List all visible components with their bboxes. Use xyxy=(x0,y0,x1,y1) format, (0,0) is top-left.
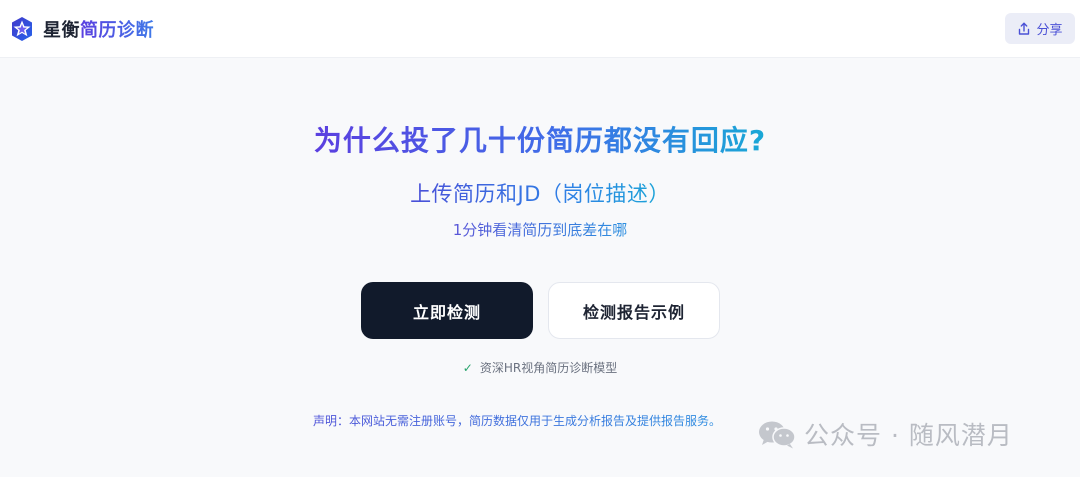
page-title: 为什么投了几十份简历都没有回应? xyxy=(0,119,1080,159)
model-note-text: 资深HR视角简历诊断模型 xyxy=(479,361,618,375)
brand-name-part1: 星衡 xyxy=(43,20,80,41)
subtitle: 上传简历和JD（岗位描述） xyxy=(0,178,1080,208)
check-icon: ✓ xyxy=(462,360,473,375)
start-check-button[interactable]: 立即检测 xyxy=(361,282,533,339)
watermark-text: 公众号 · 随风潜月 xyxy=(804,421,1013,450)
share-label: 分享 xyxy=(1036,23,1063,38)
subtitle-text: 上传简历和JD（岗位描述） xyxy=(410,182,670,206)
model-note: ✓ 资深HR视角简历诊断模型 xyxy=(0,359,1080,376)
disclaimer: 声明：本网站无需注册账号，简历数据仅用于生成分析报告及提供报告服务。 xyxy=(313,412,773,429)
share-icon xyxy=(1019,22,1030,35)
top-bar: 星衡简历诊断 分享 xyxy=(0,0,1080,58)
share-button[interactable]: 分享 xyxy=(1005,13,1075,44)
brand[interactable]: 星衡简历诊断 xyxy=(8,13,154,45)
tagline-text: 1分钟看清简历到底差在哪 xyxy=(452,221,628,239)
tagline: 1分钟看清简历到底差在哪 xyxy=(0,219,1080,240)
star-logo-icon xyxy=(12,17,32,41)
sample-report-button[interactable]: 检测报告示例 xyxy=(548,282,720,339)
brand-name-part2: 简历诊断 xyxy=(80,20,154,41)
watermark: 公众号 · 随风潜月 xyxy=(756,417,1013,451)
brand-name: 星衡简历诊断 xyxy=(43,16,154,42)
page-title-text: 为什么投了几十份简历都没有回应? xyxy=(313,124,767,157)
wechat-icon xyxy=(759,421,796,449)
disclaimer-text: 声明：本网站无需注册账号，简历数据仅用于生成分析报告及提供报告服务。 xyxy=(313,414,722,428)
